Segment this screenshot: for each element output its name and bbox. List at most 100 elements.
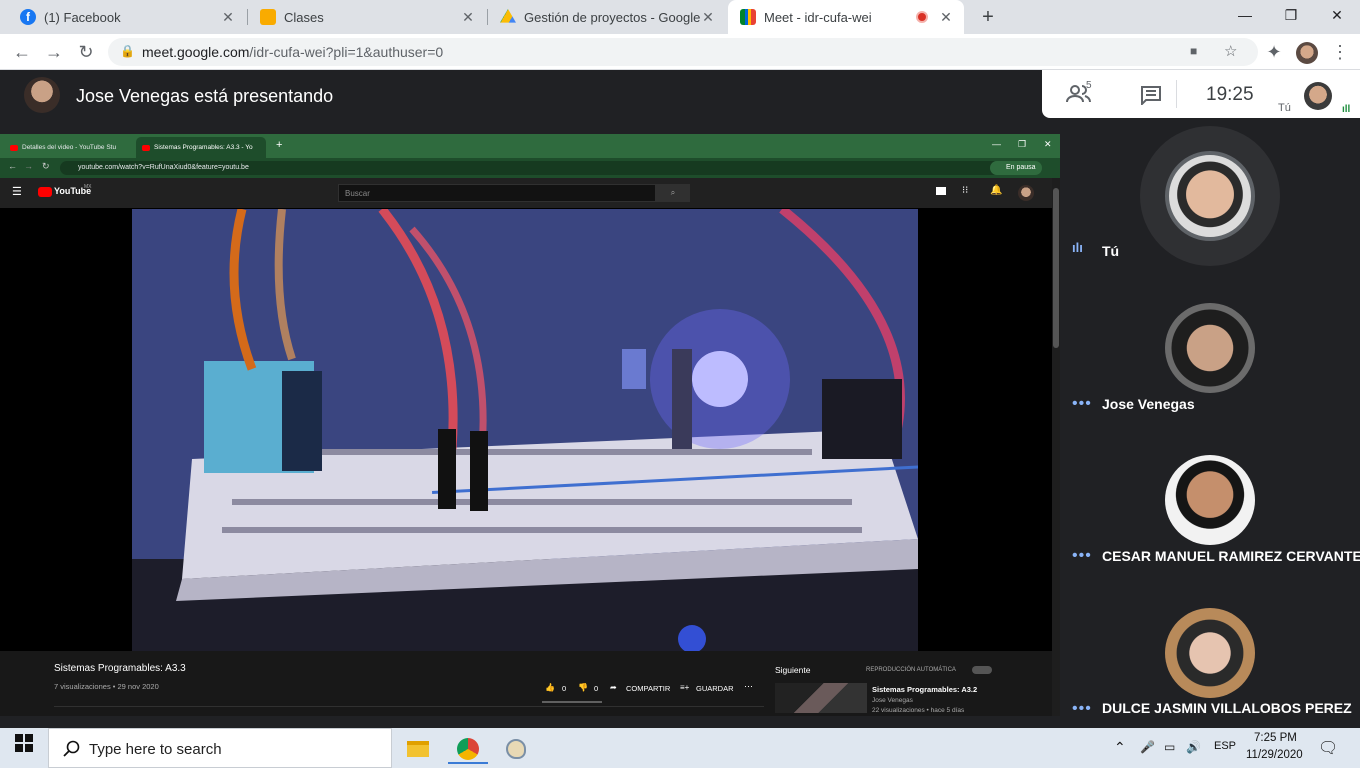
youtube-avatar [1018,185,1034,201]
profile-avatar[interactable] [1296,42,1318,64]
chat-button[interactable] [1140,85,1162,110]
restore-button[interactable]: ❐ [1268,0,1314,30]
shared-tab-title: Sistemas Programables: A3.3 - Yo [154,144,253,151]
participant-avatar[interactable] [1165,303,1255,393]
forward-button[interactable]: → [42,40,66,64]
self-avatar[interactable] [1165,151,1255,241]
volume-icon[interactable]: 🔊 [1186,740,1201,754]
dislike-icon: 👎 [578,683,588,692]
shared-toolbar: ← → ↻ youtube.com/watch?v=RufUnaXiud0&fe… [0,158,1060,178]
network-icon[interactable]: ▭ [1164,740,1175,754]
url-host: meet.google.com [142,44,250,60]
taskbar-search-input[interactable]: Type here to search [48,728,392,768]
video-title: Sistemas Programables: A3.3 [54,663,186,674]
shared-tab-strip: Detalles del video - YouTube Stu Sistema… [0,134,1060,158]
bookmark-star-icon[interactable]: ☆ [1224,42,1237,60]
tab-facebook[interactable]: f (1) Facebook ✕ [8,0,246,34]
participant-avatar[interactable] [1165,455,1255,545]
apps-icon: ⁝⁝ [962,185,969,196]
language-indicator[interactable]: ESP [1214,740,1236,752]
youtube-icon [10,144,18,151]
meet-icon [740,9,756,25]
like-icon: 👍 [545,683,555,692]
bell-icon: 🔔 [990,185,1003,196]
tab-meet[interactable]: Meet - idr-cufa-wei ✕ [728,0,964,34]
participant-name: CESAR MANUEL RAMIREZ CERVANTES [1102,548,1360,564]
tab-title: (1) Facebook [44,9,121,25]
self-thumbnail[interactable] [1304,82,1332,110]
participant-avatar[interactable] [1165,608,1255,698]
participant-name: Jose Venegas [1102,396,1195,412]
address-bar[interactable]: 🔒 meet.google.com/idr-cufa-wei?pli=1&aut… [108,38,1258,66]
minimize-button[interactable]: — [1222,0,1268,30]
plus-icon: + [276,139,283,151]
meeting-clock: 19:25 [1206,84,1254,105]
like-ratio-bar [542,701,602,703]
extensions-icon[interactable]: ✦ [1262,40,1286,64]
back-button[interactable]: ← [10,40,34,64]
close-icon[interactable]: ✕ [460,9,476,26]
autoplay-toggle [972,666,992,674]
share-label: COMPARTIR [626,684,671,693]
search-icon: ⌕ [656,184,690,202]
tab-gestion-proyectos[interactable]: Gestión de proyectos - Google D ✕ [488,0,726,34]
presenting-title: Jose Venegas está presentando [76,86,334,106]
file-explorer-icon[interactable] [398,732,438,764]
video-meta: 7 visualizaciones • 29 nov 2020 [54,682,159,691]
reload-icon: ↻ [42,161,50,171]
shared-tab: Sistemas Programables: A3.3 - Yo [136,137,266,158]
close-icon: ✕ [1044,139,1052,149]
more-options-icon[interactable]: ••• [1072,700,1092,718]
more-options-icon[interactable]: ••• [1072,395,1092,413]
video-scene [132,209,918,651]
menu-kebab-icon[interactable]: ⋮ [1328,40,1352,64]
forward-icon: → [24,161,33,171]
menu-icon: ☰ [12,186,22,198]
close-icon[interactable]: ✕ [938,9,954,26]
paint-icon[interactable] [496,732,536,764]
tab-title: Clases [284,9,324,25]
people-button[interactable]: 5 [1066,80,1096,106]
youtube-region: MX [84,184,92,190]
classroom-icon [260,9,276,25]
participant-name: Tú [1102,243,1120,259]
camera-icon[interactable]: ■ [1190,44,1197,58]
windows-icon [15,734,33,752]
shared-url-bar: youtube.com/watch?v=RufUnaXiud0&feature=… [60,161,1000,175]
notifications-icon[interactable]: 🗨 [1318,738,1338,758]
reload-button[interactable]: ↻ [74,40,98,64]
taskbar-time[interactable]: 7:25 PM [1254,732,1297,744]
close-window-button[interactable]: ✕ [1314,0,1360,30]
microphone-icon[interactable]: 🎤 [1140,740,1155,754]
lock-icon: 🔒 [120,44,135,58]
close-icon[interactable]: ✕ [700,9,716,26]
taskbar-date[interactable]: 11/29/2020 [1246,749,1303,761]
self-label: Tú [1278,102,1291,114]
video-info: Sistemas Programables: A3.3 7 visualizac… [0,651,1052,716]
shared-tab: Detalles del video - YouTube Stu [4,137,132,158]
participant-count: 5 [1086,80,1092,91]
chrome-icon[interactable] [448,732,488,764]
youtube-icon [142,144,150,151]
shared-screen: Detalles del video - YouTube Stu Sistema… [0,134,1060,716]
chat-icon [1141,86,1161,107]
youtube-logo-icon [38,187,52,197]
shared-scrollbar [1052,178,1060,716]
tab-clases[interactable]: Clases ✕ [248,0,486,34]
paused-badge: En pausa [990,161,1042,175]
restore-icon: ❐ [1018,139,1027,149]
search-icon [63,740,80,757]
new-tab-button[interactable]: + [976,5,1000,29]
close-icon[interactable]: ✕ [220,9,236,26]
tab-title: Meet - idr-cufa-wei [764,9,872,25]
start-button[interactable] [0,728,48,768]
youtube-header: ☰ YouTube MX Buscar ⌕ ⁝⁝ 🔔 [0,178,1052,208]
meet-topbar: 5 19:25 Tú ıll [1042,70,1360,118]
back-icon: ← [8,161,17,171]
youtube-search-input: Buscar [338,184,656,202]
next-video-title: Sistemas Programables: A3.2 [872,685,978,694]
chevron-up-icon[interactable]: ⌃ [1114,739,1126,756]
url-text: meet.google.com/idr-cufa-wei?pli=1&authu… [142,44,443,60]
browser-tab-strip: f (1) Facebook ✕ Clases ✕ Gestión de pro… [0,0,1360,34]
more-options-icon[interactable]: ••• [1072,547,1092,565]
